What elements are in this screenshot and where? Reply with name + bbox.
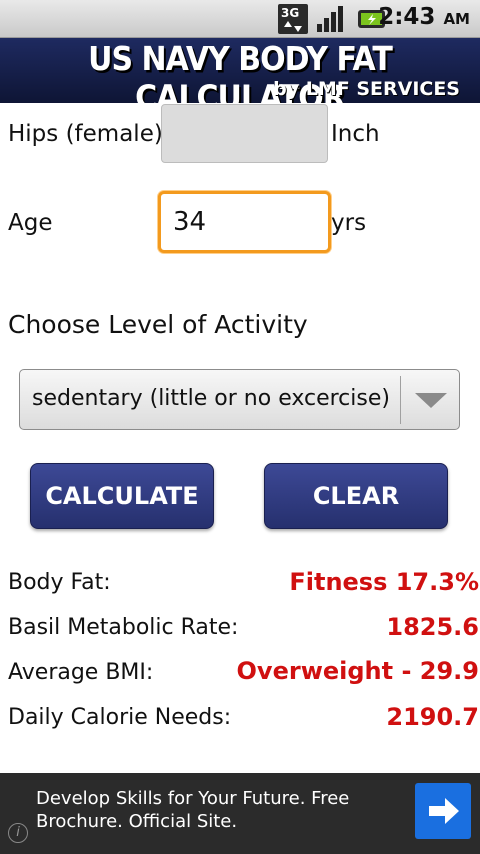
clock-time: 2:43 — [378, 4, 436, 30]
ad-banner[interactable]: Develop Skills for Your Future. Free Bro… — [0, 773, 480, 854]
svg-text:3G: 3G — [281, 6, 299, 20]
activity-select[interactable]: sedentary (little or no excercise) — [19, 369, 460, 430]
select-divider — [400, 376, 401, 424]
info-icon[interactable]: i — [8, 823, 28, 843]
app-banner: US NAVY BODY FAT CALCULATOR by LMF SERVI… — [0, 38, 480, 103]
clock: 2:43 AM — [378, 4, 470, 30]
age-unit: yrs — [331, 210, 367, 236]
ad-go-button[interactable] — [415, 783, 471, 839]
chevron-down-icon — [415, 393, 447, 408]
hips-unit: Inch — [331, 121, 380, 147]
calculate-button[interactable]: CALCULATE — [30, 463, 214, 529]
age-field[interactable] — [158, 191, 331, 253]
signal-icon — [317, 6, 343, 32]
app-subtitle: by LMF SERVICES — [273, 78, 460, 100]
body-fat-value: Fitness 17.3% — [289, 568, 479, 596]
bmi-value: Overweight - 29.9 — [236, 657, 479, 685]
bmi-label: Average BMI: — [8, 660, 154, 685]
hips-field[interactable] — [161, 104, 328, 163]
clock-ampm: AM — [443, 10, 470, 28]
clear-button[interactable]: CLEAR — [264, 463, 448, 529]
bmr-label: Basil Metabolic Rate: — [8, 615, 239, 640]
status-bar: 3G 2:43 AM — [0, 0, 480, 38]
age-input[interactable] — [161, 194, 328, 250]
ad-text[interactable]: Develop Skills for Your Future. Free Bro… — [36, 787, 396, 833]
arrow-right-icon — [429, 798, 459, 824]
calorie-value: 2190.7 — [386, 703, 479, 731]
3g-data-icon: 3G — [278, 4, 308, 34]
age-label: Age — [8, 210, 53, 236]
hips-label: Hips (female): — [8, 121, 171, 147]
hips-input[interactable] — [162, 105, 327, 162]
calorie-label: Daily Calorie Needs: — [8, 705, 232, 730]
bmr-value: 1825.6 — [386, 613, 479, 641]
activity-selected-value: sedentary (little or no excercise) — [32, 386, 390, 411]
body-fat-label: Body Fat: — [8, 570, 111, 595]
activity-heading: Choose Level of Activity — [8, 310, 308, 339]
